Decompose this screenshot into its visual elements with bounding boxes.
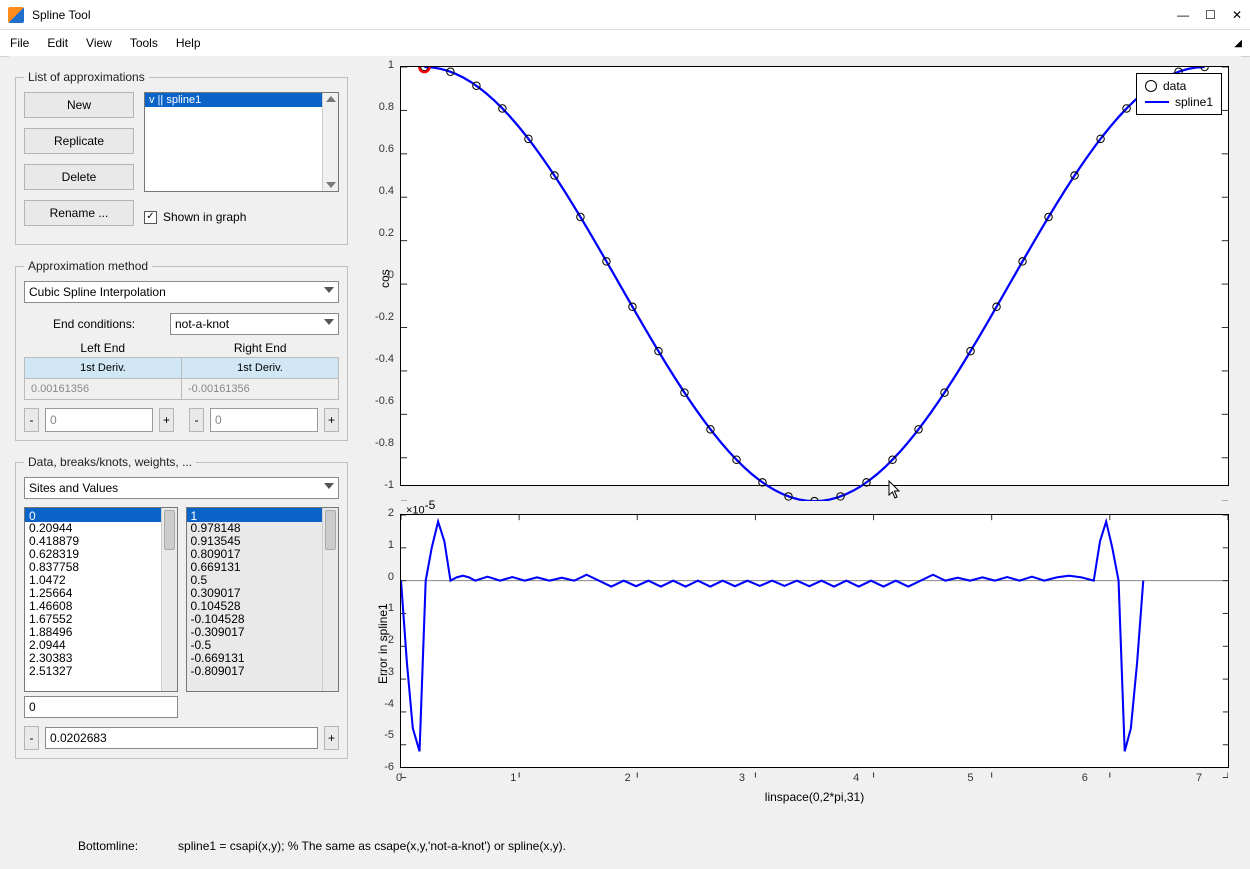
title-bar: Spline Tool — ☐ ✕ [0, 0, 1250, 30]
list-item[interactable]: -0.809017 [187, 665, 339, 678]
shown-in-graph-label: Shown in graph [163, 210, 246, 224]
ytick: 1 [370, 59, 394, 71]
ytick: 0.6 [370, 143, 394, 155]
menu-file[interactable]: File [10, 36, 29, 50]
list-item[interactable]: 2.51327 [25, 665, 177, 678]
scrollbar[interactable] [322, 93, 338, 191]
left-end-header: Left End [24, 341, 182, 355]
ytick: -1 [376, 602, 394, 614]
data-legend: Data, breaks/knots, weights, ... [24, 455, 196, 469]
data-selector[interactable]: Sites and Values [24, 477, 339, 499]
xtick: 1 [510, 772, 516, 784]
line-marker-icon [1145, 101, 1169, 103]
values-list[interactable]: 1 0.9781480.9135450.8090170.6691310.50.3… [186, 507, 340, 692]
ytick: -3 [376, 666, 394, 678]
ytick: -2 [376, 634, 394, 646]
toolbar-dropdown-icon[interactable]: ◢ [1234, 38, 1242, 49]
window-title: Spline Tool [32, 8, 1177, 22]
menu-bar: File Edit View Tools Help ◢ [0, 30, 1250, 57]
edit-site-input[interactable]: 0 [24, 696, 178, 718]
bottomline-label: Bottomline: [78, 839, 138, 853]
scrollbar[interactable] [161, 508, 177, 691]
scrollbar[interactable] [322, 508, 338, 691]
ytick: -6 [376, 761, 394, 773]
menu-tools[interactable]: Tools [130, 36, 158, 50]
left-spin-value[interactable]: 0 [45, 408, 153, 432]
app-icon [8, 7, 24, 23]
ytick: 0 [370, 269, 394, 281]
right-incr-button[interactable]: + [324, 408, 339, 432]
left-deriv-cell[interactable]: 1st Deriv. [25, 358, 182, 379]
ytick: -5 [376, 729, 394, 741]
maximize-button[interactable]: ☐ [1205, 8, 1216, 22]
ytick: 2 [376, 507, 394, 519]
step-value-input[interactable]: 0.0202683 [45, 727, 318, 749]
right-deriv-cell[interactable]: 1st Deriv. [182, 358, 339, 379]
shown-in-graph-checkbox[interactable]: ✓ [144, 211, 157, 224]
menu-view[interactable]: View [86, 36, 112, 50]
method-select[interactable]: Cubic Spline Interpolation [24, 281, 339, 303]
replicate-button[interactable]: Replicate [24, 128, 134, 154]
delete-button[interactable]: Delete [24, 164, 134, 190]
right-decr-button[interactable]: - [189, 408, 204, 432]
method-legend: Approximation method [24, 259, 152, 273]
ytick: 0.2 [370, 227, 394, 239]
ytick: 0.4 [370, 185, 394, 197]
ytick: -1 [370, 479, 394, 491]
step-incr-button[interactable]: + [324, 726, 339, 750]
ytick: -0.8 [370, 437, 394, 449]
ytick: 1 [376, 539, 394, 551]
right-spin-value[interactable]: 0 [210, 408, 318, 432]
ytick: -4 [376, 698, 394, 710]
rename-button[interactable]: Rename ... [24, 200, 134, 226]
xtick: 2 [625, 772, 631, 784]
right-end-header: Right End [182, 341, 340, 355]
approximations-legend: List of approximations [24, 70, 149, 84]
list-item[interactable]: 0.669131 [187, 561, 339, 574]
close-button[interactable]: ✕ [1232, 8, 1242, 22]
menu-edit[interactable]: Edit [47, 36, 68, 50]
error-plot[interactable] [400, 514, 1229, 768]
xtick: 5 [967, 772, 973, 784]
approximations-list[interactable]: v || spline1 [144, 92, 339, 192]
bottomline-row: Bottomline: spline1 = csapi(x,y); % The … [10, 839, 1240, 853]
method-panel: Approximation method Cubic Spline Interp… [15, 259, 348, 441]
xtick: 6 [1082, 772, 1088, 784]
step-decr-button[interactable]: - [24, 726, 39, 750]
xtick: 4 [853, 772, 859, 784]
ytick: 0.8 [370, 101, 394, 113]
end-conditions-label: End conditions: [24, 317, 164, 331]
data-panel: Data, breaks/knots, weights, ... Sites a… [15, 455, 348, 759]
circle-marker-icon [1145, 80, 1157, 92]
err-xlabel: linspace(0,2*pi,31) [765, 790, 864, 804]
ytick: -0.6 [370, 395, 394, 407]
xtick: 3 [739, 772, 745, 784]
menu-help[interactable]: Help [176, 36, 201, 50]
left-incr-button[interactable]: + [159, 408, 174, 432]
xtick: 0 [396, 772, 402, 784]
end-conditions-select[interactable]: not-a-knot [170, 313, 339, 335]
left-deriv-value: 0.00161356 [25, 379, 182, 400]
approximations-panel: List of approximations New Replicate Del… [15, 70, 348, 245]
minimize-button[interactable]: — [1177, 8, 1189, 22]
ytick: 0 [376, 571, 394, 583]
bottomline-text: spline1 = csapi(x,y); % The same as csap… [178, 839, 566, 853]
spline-plot[interactable]: data spline1 [400, 66, 1229, 486]
xtick: 7 [1196, 772, 1202, 784]
sites-list[interactable]: 0 0.209440.4188790.6283190.8377581.04721… [24, 507, 178, 692]
new-button[interactable]: New [24, 92, 134, 118]
plot-legend: data spline1 [1136, 73, 1222, 115]
left-decr-button[interactable]: - [24, 408, 39, 432]
ytick: -0.2 [370, 311, 394, 323]
right-deriv-value: -0.00161356 [182, 379, 339, 400]
ytick: -0.4 [370, 353, 394, 365]
approx-item-spline1[interactable]: v || spline1 [145, 93, 338, 107]
